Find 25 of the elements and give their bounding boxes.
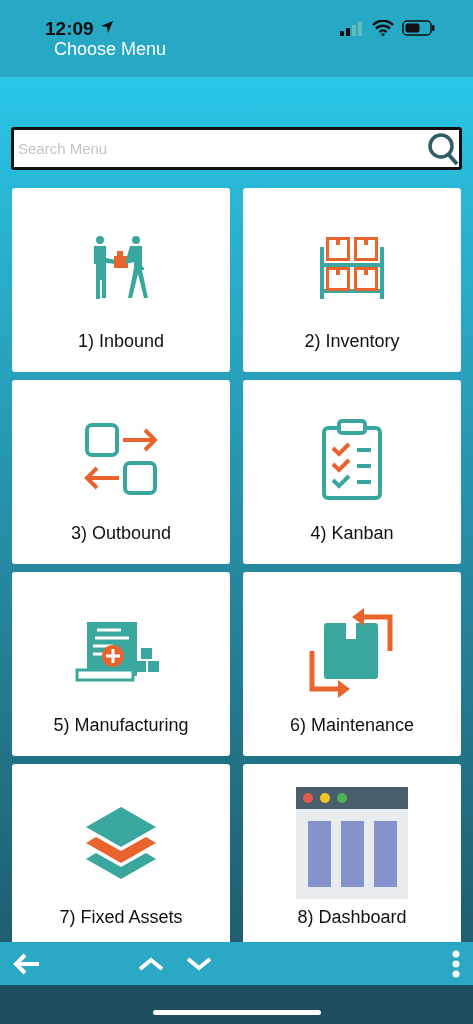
menu-tile[interactable]: 1) Inbound: [12, 188, 230, 372]
location-arrow-icon: [100, 20, 114, 34]
menu-tile[interactable]: 7) Fixed Assets: [12, 764, 230, 942]
signal-icon: [340, 22, 364, 36]
status-time: 12:09: [45, 18, 94, 39]
more-vertical-icon[interactable]: [451, 949, 461, 978]
search-icon[interactable]: [427, 132, 459, 166]
back-arrow-icon[interactable]: [12, 951, 40, 976]
menu-tile[interactable]: 3) Outbound: [12, 380, 230, 564]
menu-tile[interactable]: 2) Inventory: [243, 188, 461, 372]
squares-with-arrows-icon: [83, 421, 159, 497]
shelf-with-boxes-icon: [318, 235, 386, 299]
menu-tile[interactable]: 4) Kanban: [243, 380, 461, 564]
menu-tile[interactable]: 5) Manufacturing: [12, 572, 230, 756]
browser-window-columns-icon: [296, 787, 408, 899]
search-field[interactable]: Search Menu: [11, 127, 462, 170]
stacked-layers-icon: [84, 805, 158, 881]
chevron-up-icon[interactable]: [138, 956, 164, 971]
chevron-down-icon[interactable]: [186, 956, 212, 971]
screen-title: Choose Menu: [54, 40, 168, 58]
wifi-icon: [372, 20, 394, 36]
clipboard-checklist-icon: [321, 418, 383, 500]
battery-icon: [402, 20, 435, 36]
menu-tile[interactable]: 8) Dashboard: [243, 764, 461, 942]
menu-tile[interactable]: 6) Maintenance: [243, 572, 461, 756]
